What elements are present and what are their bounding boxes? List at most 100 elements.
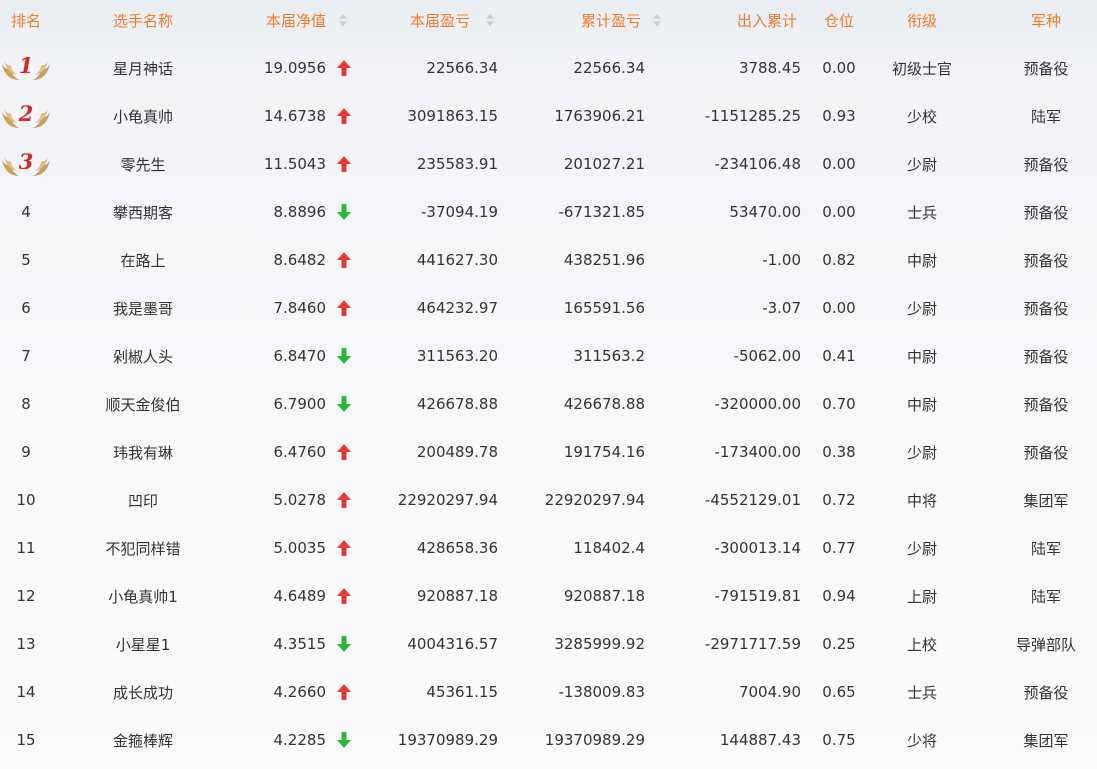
rank-cell: 10 <box>0 476 52 524</box>
player-name[interactable]: 玮我有琳 <box>92 428 194 476</box>
rank-number: 15 <box>16 731 36 749</box>
table-row[interactable]: 9 玮我有琳 6.4760 200489.78 191754.16 -173400.00 0… <box>0 428 1097 476</box>
current-pl: 45361.15 <box>426 683 498 701</box>
current-pl: 428658.36 <box>416 539 498 557</box>
table-row[interactable]: 6 我是墨哥 7.8460 464232.97 165591.56 -3.07 0.00 少尉… <box>0 284 1097 332</box>
arm-branch: 预备役 <box>1023 203 1069 222</box>
cumulative-pl: 3285999.92 <box>554 635 645 653</box>
arrow-up-icon <box>334 284 354 332</box>
arm-branch: 预备役 <box>1023 251 1069 270</box>
rank-number: 14 <box>16 683 36 701</box>
table-row[interactable]: 14 成长成功 4.2660 45361.15 -138009.83 7004.90 0.6… <box>0 668 1097 716</box>
table-row[interactable]: 4 攀西期客 8.8896 -37094.19 -671321.85 53470.00 0.… <box>0 188 1097 236</box>
arm-branch: 陆军 <box>1030 107 1061 126</box>
flow-total: -5062.00 <box>733 347 801 365</box>
table-row[interactable]: 7 剁椒人头 6.8470 311563.20 311563.2 -5062.00 0.41… <box>0 332 1097 380</box>
table-row[interactable]: 10 凹印 5.0278 22920297.94 22920297.94 -4552129… <box>0 476 1097 524</box>
current-pl: 22920297.94 <box>397 491 498 509</box>
rank-cell: 12 <box>0 572 52 620</box>
table-row[interactable]: 15 金箍棒辉 4.2285 19370989.29 19370989.29 144887… <box>0 716 1097 764</box>
player-name[interactable]: 剁椒人头 <box>92 332 194 380</box>
column-header-name[interactable]: 选手名称 <box>92 0 194 40</box>
cumulative-pl: 165591.56 <box>563 299 645 317</box>
position-ratio: 0.94 <box>822 587 856 605</box>
arrow-up-icon <box>334 668 354 716</box>
position-ratio: 0.70 <box>822 395 856 413</box>
rank-number: 10 <box>16 491 36 509</box>
column-header-flow[interactable]: 出入累计 <box>660 0 797 40</box>
column-header-current-pl[interactable]: 本届盈亏 <box>370 0 470 40</box>
column-header-position[interactable]: 仓位 <box>815 0 863 40</box>
player-name[interactable]: 在路上 <box>92 236 194 284</box>
flow-total: 3788.45 <box>738 59 801 77</box>
player-name[interactable]: 凹印 <box>92 476 194 524</box>
player-name[interactable]: 成长成功 <box>92 668 194 716</box>
position-ratio: 0.00 <box>822 203 856 221</box>
player-name[interactable]: 不犯同样错 <box>92 524 194 572</box>
rank-number: 12 <box>16 587 36 605</box>
flow-total: -1.00 <box>762 251 801 269</box>
arm-branch: 预备役 <box>1023 395 1069 414</box>
cumulative-pl: 22920297.94 <box>544 491 645 509</box>
rank-title: 上尉 <box>906 587 937 606</box>
table-row[interactable]: 8 顺天金俊伯 6.7900 426678.88 426678.88 -320000.00… <box>0 380 1097 428</box>
table-row[interactable]: 2 小龟真帅 14.6738 3091863.15 1763906.21 -1151285… <box>0 92 1097 140</box>
player-name[interactable]: 小龟真帅1 <box>92 572 194 620</box>
arrow-down-icon <box>334 332 354 380</box>
medal-icon: 1 <box>0 52 52 84</box>
player-name[interactable]: 小星星1 <box>92 620 194 668</box>
table-header: 排名 选手名称 本届净值 本届盈亏 累计盈亏 出入累计 仓位 衔级 军种 <box>0 0 1097 40</box>
medal-icon: 2 <box>0 100 52 132</box>
rank-title: 少尉 <box>906 299 937 318</box>
net-value: 8.8896 <box>273 203 327 221</box>
player-name[interactable]: 星月神话 <box>92 44 194 92</box>
position-ratio: 0.65 <box>822 683 856 701</box>
column-header-arm[interactable]: 军种 <box>996 0 1096 40</box>
arrow-up-icon <box>334 236 354 284</box>
rank-cell: 1 <box>0 44 52 92</box>
arrow-down-icon <box>334 620 354 668</box>
net-value: 6.4760 <box>273 443 327 461</box>
sort-icon[interactable] <box>485 0 495 40</box>
column-header-cumulative-pl[interactable]: 累计盈亏 <box>520 0 641 40</box>
rank-number: 9 <box>21 443 31 461</box>
table-row[interactable]: 11 不犯同样错 5.0035 428658.36 118402.4 -300013.14… <box>0 524 1097 572</box>
cumulative-pl: 438251.96 <box>563 251 645 269</box>
net-value: 6.8470 <box>273 347 327 365</box>
position-ratio: 0.72 <box>822 491 856 509</box>
player-name[interactable]: 顺天金俊伯 <box>92 380 194 428</box>
rank-title: 少尉 <box>906 443 937 462</box>
flow-total: -1151285.25 <box>704 107 801 125</box>
column-header-title[interactable]: 衔级 <box>880 0 964 40</box>
sort-icon[interactable] <box>338 0 348 40</box>
rank-cell: 11 <box>0 524 52 572</box>
position-ratio: 0.00 <box>822 59 856 77</box>
player-name[interactable]: 零先生 <box>92 140 194 188</box>
column-header-rank[interactable]: 排名 <box>0 0 52 40</box>
rank-cell: 14 <box>0 668 52 716</box>
current-pl: -37094.19 <box>421 203 498 221</box>
arm-branch: 预备役 <box>1023 155 1069 174</box>
rank-cell: 5 <box>0 236 52 284</box>
table-row[interactable]: 13 小星星1 4.3515 4004316.57 3285999.92 -2971717… <box>0 620 1097 668</box>
arm-branch: 预备役 <box>1023 299 1069 318</box>
player-name[interactable]: 小龟真帅 <box>92 92 194 140</box>
rank-title: 士兵 <box>906 683 937 702</box>
current-pl: 426678.88 <box>416 395 498 413</box>
arm-branch: 陆军 <box>1030 587 1061 606</box>
player-name[interactable]: 攀西期客 <box>92 188 194 236</box>
player-name[interactable]: 我是墨哥 <box>92 284 194 332</box>
table-row[interactable]: 5 在路上 8.6482 441627.30 438251.96 -1.00 0.82 中尉 预… <box>0 236 1097 284</box>
net-value: 4.2660 <box>273 683 327 701</box>
rank-cell: 7 <box>0 332 52 380</box>
rank-number: 6 <box>21 299 31 317</box>
table-row[interactable]: 3 零先生 11.5043 235583.91 201027.21 -234106.48 0… <box>0 140 1097 188</box>
column-header-nav[interactable]: 本届净值 <box>230 0 326 40</box>
arm-branch: 导弹部队 <box>1015 635 1076 654</box>
table-row[interactable]: 1 星月神话 19.0956 22566.34 22566.34 3788.45 0.00 初… <box>0 44 1097 92</box>
arm-branch: 预备役 <box>1023 443 1069 462</box>
rank-number: 2 <box>18 101 34 126</box>
arm-branch: 集团军 <box>1023 491 1069 510</box>
table-row[interactable]: 12 小龟真帅1 4.6489 920887.18 920887.18 -791519.8… <box>0 572 1097 620</box>
player-name[interactable]: 金箍棒辉 <box>92 716 194 764</box>
